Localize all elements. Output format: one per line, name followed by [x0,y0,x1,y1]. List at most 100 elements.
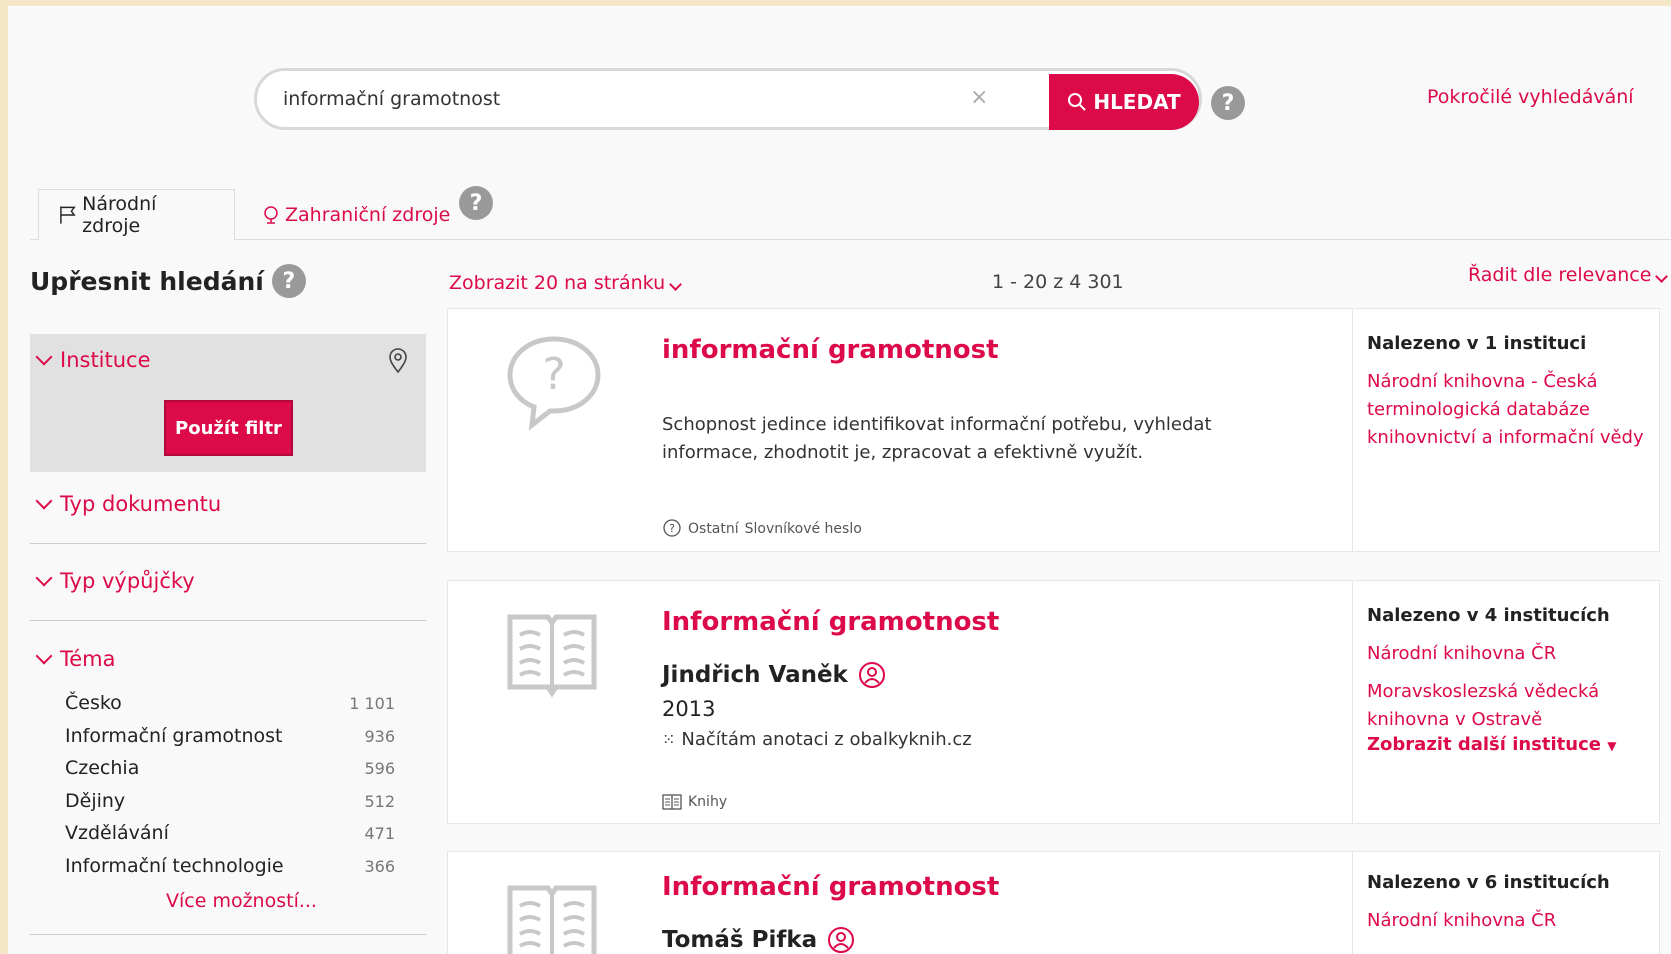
topic-item[interactable]: Dějiny 512 [65,790,395,823]
loading-spinner-icon: ⁙ [662,730,676,749]
facet-divider [30,543,426,544]
facet-loan-type-toggle[interactable]: Typ výpůjčky [35,569,195,593]
search-button[interactable]: HLEDAT [1049,74,1199,130]
result-card: Informační gramotnost Jindřich Vaněk 201… [447,580,1660,824]
topic-label: Dějiny [65,789,126,812]
search-input[interactable] [257,71,1047,127]
show-more-institutions[interactable]: Zobrazit další instituce ▼ [1367,734,1647,755]
topic-list: Česko 1 101 Informační gramotnost 936 Czec… [65,692,395,888]
advanced-search-link[interactable]: Pokročilé vyhledávání [1427,86,1634,108]
tab-label: Zahraniční zdroje [285,203,451,226]
topic-item[interactable]: Česko 1 101 [65,692,395,725]
topic-label: Vzdělávání [65,822,169,845]
caret-down-icon: ▼ [1607,739,1617,753]
facet-divider [30,620,426,621]
topic-item[interactable]: Informační technologie 366 [65,855,395,888]
topic-label: Česko [65,692,122,714]
result-year: 2013 [662,697,716,721]
facet-institution: Instituce Použít filtr [30,334,426,472]
meta-subtype: Slovníkové heslo [744,521,862,537]
tab-foreign-sources[interactable]: Zahraniční zdroje [243,189,470,240]
result-institutions: Nalezeno v 4 institucích Národní knihovn… [1352,581,1661,823]
refine-title-text: Upřesnit hledání [30,266,264,296]
sort-label: Řadit dle relevance [1468,264,1652,286]
result-meta: Knihy [662,793,727,811]
per-page-select[interactable]: Zobrazit 20 na stránku [449,272,683,294]
svg-text:?: ? [542,349,565,400]
topic-label: Informační technologie [65,854,284,877]
tab-national-sources[interactable]: Národní zdroje [38,189,235,240]
facet-doc-type-toggle[interactable]: Typ dokumentu [35,492,222,516]
result-author[interactable]: Jindřich Vaněk [662,661,886,689]
svg-text:?: ? [669,522,675,535]
show-more-label: Zobrazit další instituce [1367,734,1601,755]
book-icon [507,614,597,698]
found-in-label: Nalezeno v 4 institucích [1367,605,1610,626]
clear-icon[interactable]: × [970,78,988,118]
facet-topic-toggle[interactable]: Téma [35,647,116,671]
facet-label: Téma [60,647,116,671]
book-small-icon [662,794,682,810]
facet-label: Typ výpůjčky [60,569,195,593]
book-icon [507,885,597,954]
topic-label: Czechia [65,757,140,780]
result-card: Informační gramotnost Tomáš Pifka Naleze… [447,851,1660,954]
chevron-down-icon [1655,270,1669,283]
result-annotation: ⁙ Načítám anotaci z obalkyknih.cz [662,729,972,750]
institution-link[interactable]: Národní knihovna ČR [1367,907,1647,935]
page: × HLEDAT ? Pokročilé vyhledávání Národní… [8,6,1671,954]
author-name: Jindřich Vaněk [662,662,848,688]
tab-label: Národní zdroje [82,193,157,237]
search-icon [1068,93,1087,111]
topic-item[interactable]: Informační gramotnost 936 [65,725,395,758]
meta-type: Knihy [688,794,728,810]
topic-count: 471 [364,824,395,844]
result-meta: ? Ostatní Slovníkové heslo [662,519,862,539]
result-description: Schopnost jedince identifikovat informač… [662,414,1212,463]
found-in-label: Nalezeno v 6 institucích [1367,872,1610,893]
chevron-down-icon [35,569,53,587]
result-title[interactable]: Informační gramotnost [662,607,999,637]
sort-select[interactable]: Řadit dle relevance [1468,264,1669,286]
topic-label: Informační gramotnost [65,724,283,747]
result-title[interactable]: Informační gramotnost [662,872,999,902]
help-icon[interactable]: ? [459,186,493,220]
person-icon [858,662,885,688]
annotation-text: Načítám anotaci z obalkyknih.cz [681,729,972,750]
topic-count: 366 [364,856,395,876]
chevron-down-icon [35,492,53,510]
topic-count: 512 [364,791,395,811]
result-institutions: Nalezeno v 6 institucích Národní knihovn… [1352,852,1661,954]
facet-institution-toggle[interactable]: Instituce [35,348,151,372]
person-icon [828,927,855,953]
per-page-label: Zobrazit 20 na stránku [449,272,666,294]
result-institutions: Nalezeno v 1 instituci Národní knihovna … [1352,309,1661,551]
search-button-label: HLEDAT [1093,90,1181,114]
speech-bubble-icon: ? [663,519,681,537]
map-pin-icon[interactable] [387,348,409,374]
facet-label: Typ dokumentu [60,492,222,516]
institution-link[interactable]: Moravskoslezská vědecká knihovna v Ostra… [1367,678,1647,734]
result-author[interactable]: Tomáš Pifka [662,926,855,954]
institution-link[interactable]: Národní knihovna - Česká terminologická … [1367,368,1647,452]
refine-search-title: Upřesnit hledání ? [30,264,306,298]
question-bubble-icon: ? [507,336,601,431]
topic-item[interactable]: Czechia 596 [65,757,395,790]
help-icon[interactable]: ? [271,264,306,298]
topic-count: 1 101 [349,694,395,713]
more-options-link[interactable]: Více možností... [166,890,317,912]
apply-filter-button[interactable]: Použít filtr [164,400,293,456]
found-in-label: Nalezeno v 1 instituci [1367,333,1587,354]
help-icon[interactable]: ? [1211,86,1245,120]
topic-item[interactable]: Vzdělávání 471 [65,822,395,855]
result-card: ? informační gramotnost Schopnost jedinc… [447,308,1660,552]
flag-icon [60,206,76,224]
topic-count: 936 [364,726,395,746]
chevron-down-icon [35,647,53,665]
topic-count: 596 [364,759,395,779]
author-name: Tomáš Pifka [662,927,818,953]
facet-divider [30,934,426,935]
result-title[interactable]: informační gramotnost [662,335,999,365]
results-range: 1 - 20 z 4 301 [992,271,1124,293]
institution-link[interactable]: Národní knihovna ČR [1367,640,1647,668]
